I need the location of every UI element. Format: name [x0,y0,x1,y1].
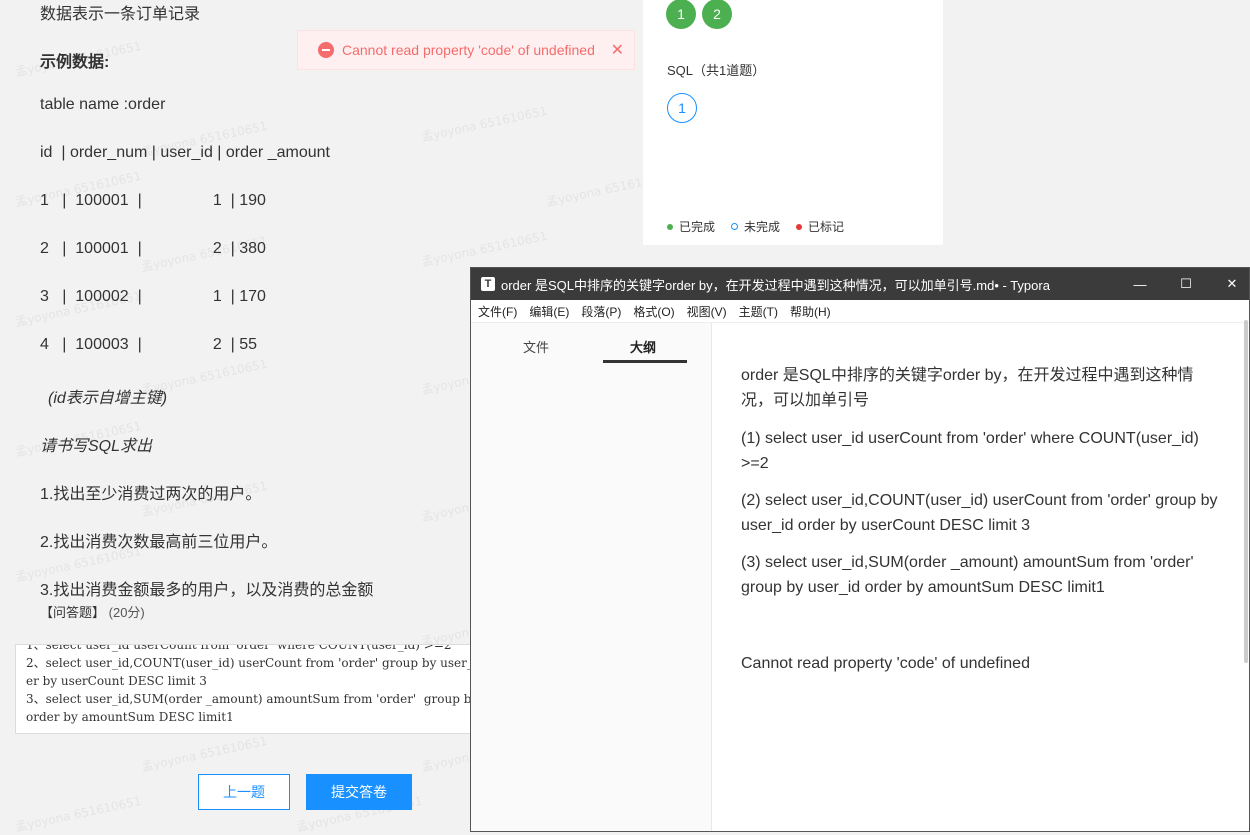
error-toast: Cannot read property 'code' of undefined… [297,30,635,70]
menu-theme[interactable]: 主题(T) [739,303,778,320]
table-row: 4 | 100003 | 2 | 55 [40,336,258,353]
question-meta: 【问答题】 (20分) [40,602,145,621]
scrollbar[interactable] [1244,320,1248,663]
legend-todo: 未完成 [731,218,780,235]
window-title: order 是SQL中排序的关键字order by，在开发过程中遇到这种情况，可… [501,277,1050,293]
close-window-icon[interactable]: ✕ [1209,268,1249,300]
menu-view[interactable]: 视图(V) [687,303,727,320]
question-number-todo[interactable]: 1 [667,93,697,123]
menu-help[interactable]: 帮助(H) [790,303,831,320]
menu-bar: 文件(F) 编辑(E) 段落(P) 格式(O) 视图(V) 主题(T) 帮助(H… [471,300,1249,323]
question-number-done[interactable]: 1 [666,0,696,29]
sample-heading: 示例数据: [40,54,110,71]
tab-files[interactable]: 文件 [523,337,549,356]
paragraph[interactable]: (2) select user_id,COUNT(user_id) userCo… [741,488,1221,538]
task-1: 1.找出至少消费过两次的用户。 [40,486,262,503]
watermark: 孟yoyona 651610651 [420,228,549,270]
table-row: 1 | 100001 | 1 | 190 [40,192,266,209]
table-row: 3 | 100002 | 1 | 170 [40,288,266,305]
watermark: 孟yoyona 651610651 [420,103,549,145]
watermark: 孟yoyona 651610651 [14,793,143,835]
active-tab-indicator [603,360,687,363]
close-icon[interactable]: ✕ [611,40,624,60]
minimize-icon[interactable]: — [1117,268,1163,300]
ring-icon [731,223,739,230]
answer-textarea[interactable]: 1、select user_id userCount from 'order' … [15,644,487,734]
watermark: 孟yoyona 651610651 [140,733,269,775]
menu-file[interactable]: 文件(F) [478,303,517,320]
answer-card: 1 2 SQL（共1道题） 1 已完成 未完成 已标记 [643,0,943,245]
error-icon [318,42,334,58]
question-intro: 数据表示一条订单记录 [40,6,201,23]
menu-format[interactable]: 格式(O) [633,303,674,320]
menu-edit[interactable]: 编辑(E) [529,303,569,320]
error-message: Cannot read property 'code' of undefined [342,42,595,58]
answer-text[interactable]: 1、select user_id userCount from 'order' … [16,645,486,726]
task-3: 3.找出消费金额最多的用户，以及消费的总金额 [40,582,374,599]
question-number-done[interactable]: 2 [702,0,732,29]
question-prompt: 请书写SQL求出 [40,438,153,455]
task-2: 2.找出消费次数最高前三位用户。 [40,534,278,551]
legend: 已完成 未完成 已标记 [667,218,844,235]
maximize-icon[interactable]: ☐ [1163,268,1209,300]
question-score: (20分) [108,605,145,620]
paragraph[interactable]: Cannot read property 'code' of undefined [741,651,1221,676]
sidebar: 文件 大纲 [471,323,712,831]
table-row: 2 | 100001 | 2 | 380 [40,240,266,257]
menu-paragraph[interactable]: 段落(P) [581,303,621,320]
legend-done: 已完成 [667,218,715,235]
editor-content[interactable]: order 是SQL中排序的关键字order by，在开发过程中遇到这种情况，可… [741,323,1221,676]
prev-question-button[interactable]: 上一题 [198,774,290,810]
paragraph[interactable]: (3) select user_id,SUM(order _amount) am… [741,550,1221,600]
dot-icon [796,223,803,230]
paragraph[interactable]: (1) select user_id userCount from 'order… [741,426,1221,476]
typora-window: T order 是SQL中排序的关键字order by，在开发过程中遇到这种情况… [470,267,1250,832]
section-title: SQL（共1道题） [667,63,766,78]
question-type: 【问答题】 [40,605,106,620]
dot-icon [667,223,673,230]
id-note: (id表示自增主键) [48,390,168,407]
legend-marked: 已标记 [796,218,844,235]
typora-app-icon: T [481,277,495,291]
submit-button[interactable]: 提交答卷 [306,774,412,810]
table-name: table name :order [40,96,166,113]
title-bar[interactable]: T order 是SQL中排序的关键字order by，在开发过程中遇到这种情况… [471,268,1249,300]
table-header: id | order_num | user_id | order _amount [40,144,330,161]
tab-outline[interactable]: 大纲 [630,337,656,356]
paragraph[interactable]: order 是SQL中排序的关键字order by，在开发过程中遇到这种情况，可… [741,363,1221,413]
